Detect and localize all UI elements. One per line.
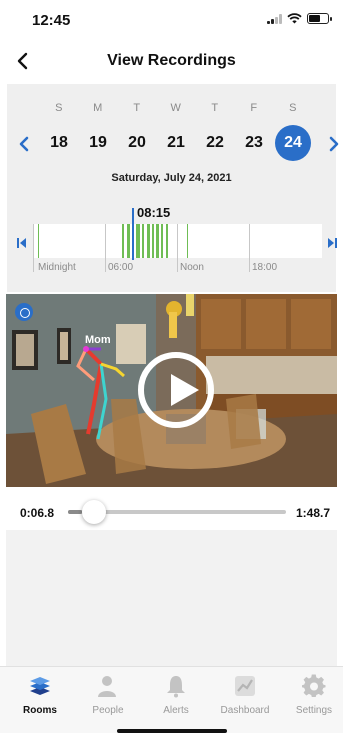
signal-icon bbox=[267, 13, 282, 24]
recording-video[interactable]: Mom bbox=[6, 294, 337, 487]
page-title: View Recordings bbox=[107, 52, 236, 69]
tab-label: People bbox=[92, 705, 124, 716]
scrubber-progress bbox=[68, 510, 82, 514]
timeline-previous-button[interactable] bbox=[17, 236, 27, 248]
day-20[interactable]: 20 bbox=[119, 125, 155, 161]
weekday-label: W bbox=[170, 102, 182, 114]
timeline-label: 18:00 bbox=[252, 262, 278, 273]
weekday-label: M bbox=[93, 102, 103, 114]
status-bar: 12:45 bbox=[0, 0, 343, 40]
person-tag-label: Mom bbox=[85, 334, 111, 346]
activity-segment bbox=[152, 224, 154, 258]
chevron-right-icon bbox=[329, 136, 339, 152]
day-row: 18 19 20 21 22 23 24 bbox=[7, 125, 336, 161]
status-icons bbox=[267, 13, 332, 24]
tab-label: Alerts bbox=[163, 705, 189, 716]
activity-segment bbox=[142, 224, 144, 258]
activity-segment bbox=[187, 224, 188, 258]
tab-settings[interactable]: Settings bbox=[280, 674, 343, 718]
activity-segment bbox=[147, 224, 150, 258]
weekday-label: S bbox=[289, 102, 297, 114]
wifi-icon bbox=[287, 13, 302, 24]
activity-segment bbox=[166, 224, 168, 258]
gear-icon bbox=[302, 674, 326, 698]
weekday-label: F bbox=[250, 102, 258, 114]
battery-icon bbox=[307, 13, 332, 24]
timeline-next-button[interactable] bbox=[327, 236, 337, 248]
timeline-label: 06:00 bbox=[108, 262, 134, 273]
tab-people[interactable]: People bbox=[74, 674, 142, 718]
nav-bar: View Recordings bbox=[0, 40, 343, 82]
scrubber-thumb[interactable] bbox=[82, 500, 106, 524]
timeline-tick bbox=[105, 224, 106, 272]
tab-label: Settings bbox=[295, 705, 333, 716]
weekday-row: S M T W T F S bbox=[7, 102, 336, 116]
tab-alerts[interactable]: Alerts bbox=[142, 674, 210, 718]
tab-bar: Rooms People Alerts Dashboard Settings bbox=[0, 666, 343, 733]
day-18[interactable]: 18 bbox=[41, 125, 77, 161]
rooms-icon bbox=[30, 677, 50, 695]
tab-label: Dashboard bbox=[220, 705, 270, 716]
selected-date-label: Saturday, July 24, 2021 bbox=[111, 172, 232, 184]
recording-timeline[interactable] bbox=[33, 224, 322, 272]
timeline-tick bbox=[33, 224, 34, 272]
home-indicator bbox=[117, 729, 227, 733]
tab-rooms[interactable]: Rooms bbox=[6, 674, 74, 718]
timeline-tick bbox=[249, 224, 250, 272]
tab-dashboard[interactable]: Dashboard bbox=[211, 674, 279, 718]
timeline-label: Midnight bbox=[38, 262, 76, 273]
activity-segment bbox=[38, 224, 39, 258]
activity-segment bbox=[122, 224, 124, 258]
elapsed-time: 0:06.8 bbox=[20, 506, 55, 520]
chart-icon bbox=[235, 676, 255, 696]
content-area bbox=[6, 530, 337, 666]
timeline-tick bbox=[177, 224, 178, 272]
timeline-playhead[interactable] bbox=[132, 208, 134, 260]
weekday-label: T bbox=[211, 102, 219, 114]
date-panel: S M T W T F S 18 19 20 21 22 23 24 Satur… bbox=[7, 84, 339, 292]
day-21[interactable]: 21 bbox=[158, 125, 194, 161]
play-button[interactable] bbox=[138, 352, 214, 428]
total-duration: 1:48.7 bbox=[295, 506, 330, 520]
timeline-label: Noon bbox=[180, 262, 204, 273]
scrubber-track[interactable] bbox=[68, 500, 286, 524]
weekday-label: S bbox=[55, 102, 63, 114]
next-week-button[interactable] bbox=[325, 134, 343, 154]
day-23[interactable]: 23 bbox=[236, 125, 272, 161]
camera-icon[interactable] bbox=[15, 303, 33, 321]
skip-back-icon bbox=[17, 238, 26, 248]
skip-forward-icon bbox=[328, 238, 337, 248]
day-19[interactable]: 19 bbox=[80, 125, 116, 161]
weekday-label: T bbox=[133, 102, 141, 114]
activity-segment bbox=[136, 224, 140, 258]
activity-segment bbox=[127, 224, 130, 258]
activity-segment bbox=[156, 224, 159, 258]
day-22[interactable]: 22 bbox=[197, 125, 233, 161]
timeline-current-time: 08:15 bbox=[137, 205, 171, 220]
playback-scrubber: 0:06.8 1:48.7 bbox=[0, 500, 343, 524]
tab-label: Rooms bbox=[23, 705, 57, 716]
bell-icon bbox=[167, 676, 185, 698]
person-icon bbox=[98, 676, 116, 697]
day-24-selected[interactable]: 24 bbox=[275, 125, 311, 161]
activity-segment bbox=[161, 224, 163, 258]
status-time: 12:45 bbox=[32, 12, 71, 29]
